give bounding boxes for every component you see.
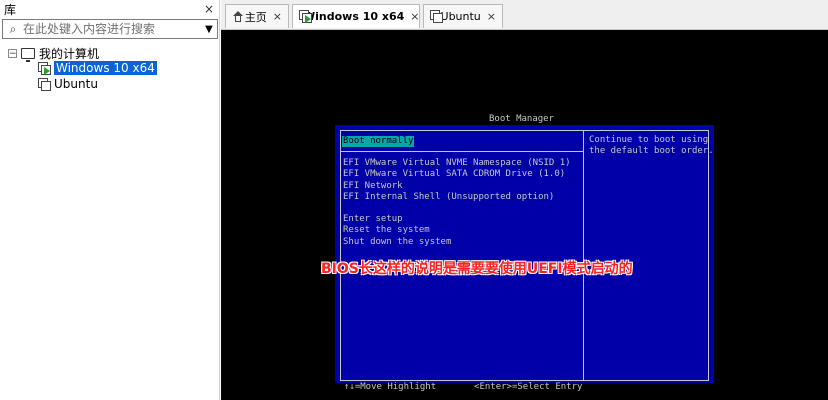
tab-label: Windows 10 x64 bbox=[303, 10, 405, 23]
tree-label: Ubuntu bbox=[54, 77, 98, 91]
boot-manager-title: Boot Manager bbox=[489, 114, 555, 124]
close-icon[interactable]: × bbox=[487, 10, 496, 23]
computer-icon bbox=[21, 47, 35, 62]
boot-entry-shell[interactable]: EFI Internal Shell (Unsupported option) bbox=[343, 192, 554, 203]
boot-entry-shutdown[interactable]: Shut down the system bbox=[343, 237, 451, 248]
annotation-caption: BIOS长这样的说明是需要要使用UEFI模式启动的 bbox=[321, 261, 633, 277]
boot-entry-nvme[interactable]: EFI VMware Virtual NVME Namespace (NSID … bbox=[343, 158, 571, 169]
library-title: 库 bbox=[4, 2, 17, 17]
key-hints: ↑↓=Move Highlight <Enter>=Select Entry bbox=[344, 382, 583, 392]
boot-entry-normal[interactable]: Boot normally bbox=[342, 136, 415, 147]
search-box[interactable]: ⌕ ▼ bbox=[2, 19, 218, 39]
boot-entry-cdrom[interactable]: EFI VMware Virtual SATA CDROM Drive (1.0… bbox=[343, 169, 565, 180]
search-icon: ⌕ bbox=[9, 21, 17, 36]
close-icon[interactable]: × bbox=[202, 2, 216, 16]
vm-console[interactable]: Boot Manager Boot normally EFI VMware Vi… bbox=[221, 30, 828, 400]
tab-bar: 主页 × Windows 10 x64 × Ubuntu × bbox=[221, 0, 828, 30]
frame-divider bbox=[583, 130, 584, 381]
library-panel: 库 × ⌕ ▼ − 我的计算机 Windows 10 x64 Ubuntu bbox=[0, 0, 220, 400]
home-icon bbox=[232, 10, 243, 23]
tab-label: Ubuntu bbox=[440, 10, 481, 23]
library-header: 库 × bbox=[0, 0, 220, 18]
boot-entry-reset[interactable]: Reset the system bbox=[343, 225, 430, 236]
boot-manager-window: Boot normally EFI VMware Virtual NVME Na… bbox=[335, 125, 714, 383]
tree-node-my-computer[interactable]: − 我的计算机 bbox=[8, 45, 100, 62]
tab-home[interactable]: 主页 × bbox=[225, 4, 289, 28]
boot-entry-network[interactable]: EFI Network bbox=[343, 181, 403, 192]
vm-icon bbox=[38, 77, 52, 91]
tree-node-ubuntu[interactable]: Ubuntu bbox=[38, 76, 98, 92]
help-text: Continue to boot using the default boot … bbox=[589, 135, 714, 156]
tree-label: Windows 10 x64 bbox=[54, 61, 157, 75]
chevron-down-icon[interactable]: ▼ bbox=[201, 24, 217, 35]
tab-label: 主页 bbox=[244, 10, 267, 24]
tab-ubuntu[interactable]: Ubuntu × bbox=[423, 4, 503, 28]
tree-node-windows[interactable]: Windows 10 x64 bbox=[38, 60, 157, 76]
tree-label: 我的计算机 bbox=[39, 46, 100, 61]
frame-divider bbox=[340, 151, 583, 152]
tab-windows-10[interactable]: Windows 10 x64 × bbox=[292, 4, 420, 28]
collapse-icon[interactable]: − bbox=[8, 48, 17, 58]
vm-running-icon bbox=[38, 61, 52, 75]
boot-entry-setup[interactable]: Enter setup bbox=[343, 214, 403, 225]
vm-icon bbox=[430, 10, 443, 23]
close-icon[interactable]: × bbox=[410, 10, 419, 23]
search-input[interactable] bbox=[23, 21, 201, 37]
close-icon[interactable]: × bbox=[273, 10, 282, 23]
